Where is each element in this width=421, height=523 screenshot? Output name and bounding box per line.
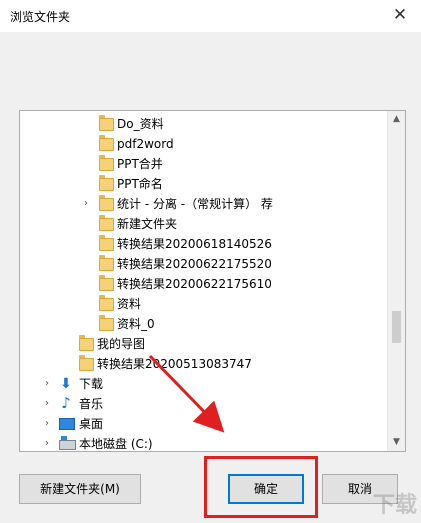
tree-item-label: 转换结果20200618140526 (117, 237, 272, 251)
tree-item[interactable]: 资料 (20, 294, 386, 314)
download-icon: ⬇ (60, 376, 72, 392)
chevron-right-icon[interactable]: › (42, 394, 52, 414)
tree-item[interactable]: 转换结果20200618140526 (20, 234, 386, 254)
tree-item[interactable]: PPT命名 (20, 174, 386, 194)
tree-item[interactable]: PPT合并 (20, 154, 386, 174)
tree-item[interactable]: › 桌面 (20, 414, 386, 434)
close-icon[interactable]: ✕ (389, 4, 411, 26)
folder-icon (99, 135, 114, 151)
new-folder-button[interactable]: 新建文件夹(M) (19, 474, 141, 504)
folder-icon (99, 315, 114, 331)
tree-item-label: 我的导图 (97, 337, 146, 351)
tree-item-label: 转换结果20200622175610 (117, 277, 272, 291)
folder-icon (99, 295, 114, 311)
tree-item[interactable]: 资料_0 (20, 314, 386, 334)
tree-item[interactable]: › ♪ 音乐 (20, 394, 386, 414)
folder-icon (99, 235, 114, 251)
tree-item[interactable]: 转换结果20200622175610 (20, 274, 386, 294)
scroll-down-icon[interactable]: ▼ (388, 434, 405, 451)
tree-item-label: 统计 - 分离 -（常规计算） 荐 (117, 197, 273, 211)
tree-item[interactable]: Do_资料 (20, 114, 386, 134)
tree-item[interactable]: 转换结果20200513083747 (20, 354, 386, 374)
desktop-icon (59, 418, 75, 430)
folder-icon (79, 355, 94, 371)
folder-icon (99, 175, 114, 191)
tree-item[interactable]: pdf2word (20, 134, 386, 154)
tree-item-label: 新建文件夹 (117, 217, 178, 231)
tree-item[interactable]: › 统计 - 分离 -（常规计算） 荐 (20, 194, 386, 214)
tree-item-label: PPT命名 (117, 177, 163, 191)
tree-item-label: 本地磁盘 (C:) (79, 437, 153, 451)
music-icon: ♪ (61, 394, 71, 412)
watermark: 下载 (372, 493, 417, 518)
tree-item[interactable]: › 本地磁盘 (C:) (20, 434, 386, 451)
chevron-right-icon[interactable]: › (81, 194, 91, 214)
folder-icon (99, 215, 114, 231)
folder-icon (99, 275, 114, 291)
folder-icon (99, 195, 114, 211)
disk-icon (59, 436, 76, 450)
dialog-title: 浏览文件夹 (10, 10, 71, 24)
highlight-box (204, 456, 318, 518)
tree-item-label: 桌面 (79, 417, 104, 431)
chevron-right-icon[interactable]: › (42, 414, 52, 434)
tree-item-label: 转换结果20200513083747 (97, 357, 252, 371)
tree-item-label: 转换结果20200622175520 (117, 257, 272, 271)
tree-item-label: 资料 (117, 297, 142, 311)
folder-tree[interactable]: Do_资料 pdf2word PPT合并 PPT命名 › 统计 - 分离 -（常… (19, 110, 406, 452)
tree-item-label: Do_资料 (117, 117, 164, 131)
title-bar: 浏览文件夹 ✕ (0, 0, 421, 32)
scrollbar-thumb[interactable] (392, 311, 401, 343)
tree-item-label: 下载 (79, 377, 104, 391)
tree-item[interactable]: 转换结果20200622175520 (20, 254, 386, 274)
tree-item[interactable]: 我的导图 (20, 334, 386, 354)
tree-item-label: 音乐 (79, 397, 104, 411)
vertical-scrollbar[interactable]: ▲ ▼ (387, 111, 405, 451)
tree-item[interactable]: › ⬇ 下载 (20, 374, 386, 394)
chevron-right-icon[interactable]: › (42, 434, 52, 451)
tree-item[interactable]: 新建文件夹 (20, 214, 386, 234)
tree-item-label: pdf2word (117, 137, 174, 151)
tree-item-label: PPT合并 (117, 157, 163, 171)
folder-icon (99, 155, 114, 171)
folder-icon (79, 335, 94, 351)
tree-item-label: 资料_0 (117, 317, 155, 331)
chevron-right-icon[interactable]: › (42, 374, 52, 394)
folder-icon (99, 115, 114, 131)
folder-icon (99, 255, 114, 271)
scroll-up-icon[interactable]: ▲ (388, 111, 405, 128)
